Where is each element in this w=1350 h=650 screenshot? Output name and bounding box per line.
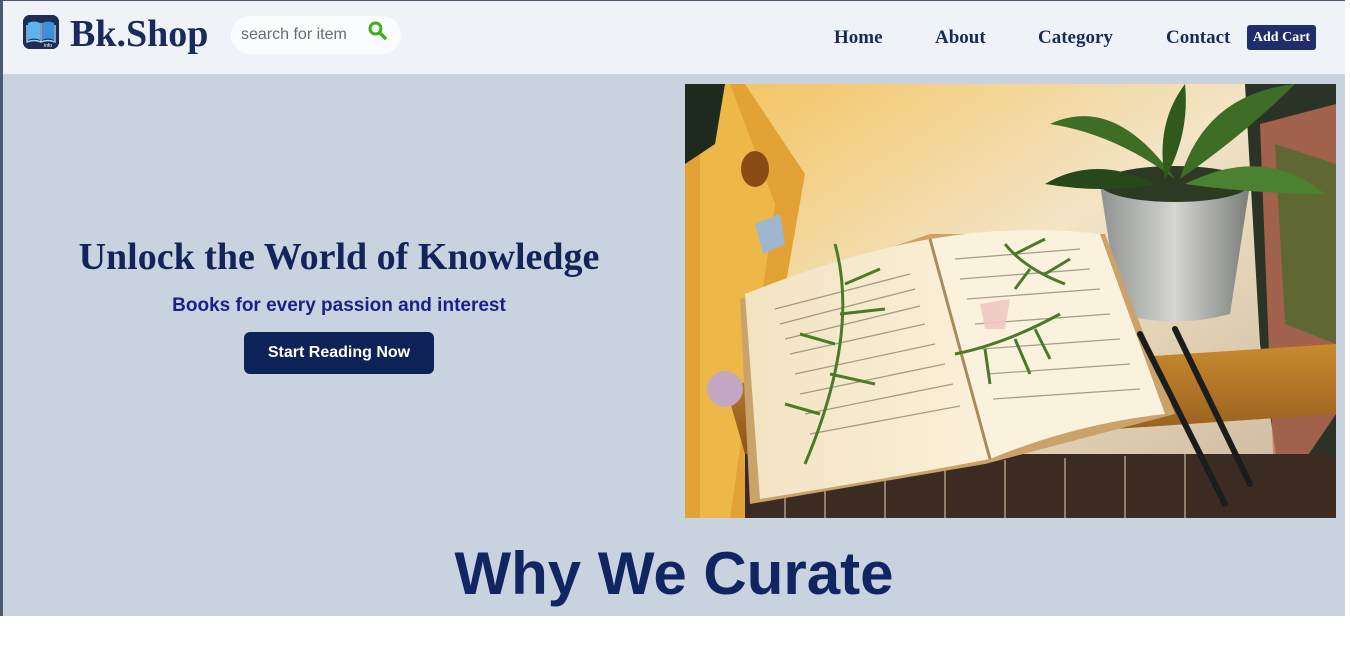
book-logo-icon[interactable]: info	[23, 15, 59, 49]
hero-title: Unlock the World of Knowledge	[78, 236, 600, 278]
start-reading-button[interactable]: Start Reading Now	[244, 332, 434, 374]
logo-badge-text: info	[44, 43, 52, 49]
section-title: Why We Curate	[454, 540, 894, 607]
add-cart-button[interactable]: Add Cart	[1247, 25, 1316, 50]
navbar: info Bk.Shop Home About Category Contact…	[3, 1, 1345, 74]
brand-name[interactable]: Bk.Shop	[70, 12, 208, 56]
nav-category[interactable]: Category	[1038, 27, 1113, 49]
hero-book-image	[685, 84, 1336, 518]
nav-home[interactable]: Home	[834, 27, 883, 49]
search-icon[interactable]	[367, 20, 389, 42]
search-bar	[231, 16, 401, 54]
search-input[interactable]	[241, 24, 361, 46]
nav-contact[interactable]: Contact	[1166, 27, 1230, 49]
hero-subtitle: Books for every passion and interest	[172, 295, 506, 316]
nav-about[interactable]: About	[935, 27, 986, 49]
page-frame: info Bk.Shop Home About Category Contact…	[0, 0, 1345, 616]
